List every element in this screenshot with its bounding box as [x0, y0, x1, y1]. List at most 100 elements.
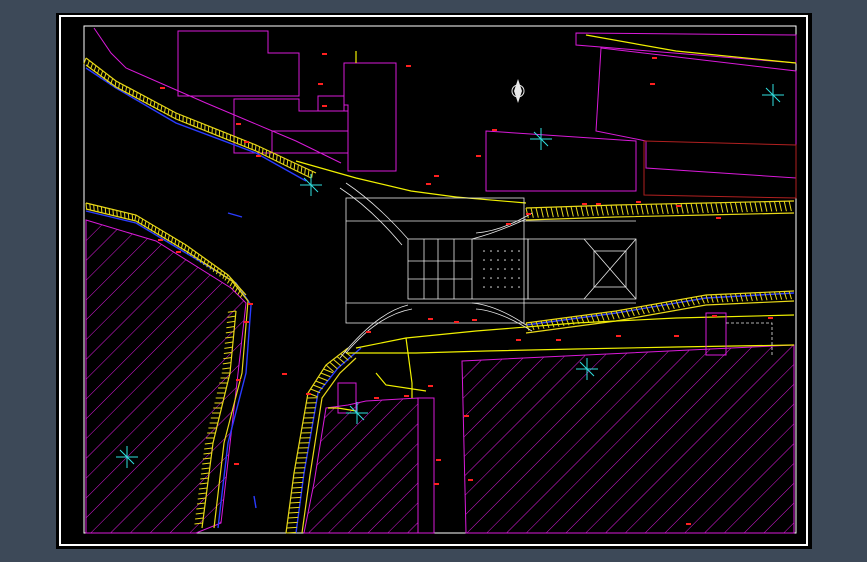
building-outline [271, 130, 349, 154]
curb-tick [293, 163, 296, 170]
plaza-dot [511, 268, 513, 270]
plaza-dot [511, 277, 513, 279]
elevation-mark [428, 318, 433, 320]
curb-tick [665, 301, 670, 310]
crosshair-icon [300, 174, 322, 196]
hatched-parcel-east [461, 344, 795, 534]
curb-tick [635, 204, 639, 215]
elevation-mark [160, 87, 165, 89]
curb-tick [615, 204, 619, 216]
building-outline [485, 130, 637, 192]
curb-tick [131, 214, 134, 221]
elevation-mark [436, 459, 441, 461]
road-marker [253, 495, 257, 509]
elevation-mark [176, 251, 181, 253]
curb-tick [297, 164, 299, 172]
plaza-dot [504, 250, 506, 252]
site-plan-drawing [59, 15, 808, 546]
plaza-dot [518, 277, 520, 279]
curb-tick [759, 292, 763, 301]
elevation-mark [516, 339, 521, 341]
curb-tick [580, 206, 584, 217]
elevation-mark [596, 203, 601, 205]
curb-tick [705, 294, 709, 304]
elevation-mark [158, 239, 163, 241]
plaza-curve [345, 182, 409, 240]
elevation-mark [244, 141, 249, 143]
plaza-dot [504, 286, 506, 288]
curb-tick [744, 293, 748, 302]
plaza-dot [490, 268, 492, 270]
curb-tick [739, 202, 743, 213]
curb-tick [93, 65, 97, 72]
curb-tick [272, 153, 275, 160]
curb-tick [734, 293, 739, 302]
road-edge [525, 292, 795, 326]
curb-tick [660, 302, 665, 311]
elevation-mark [768, 317, 773, 319]
elevation-mark [428, 385, 433, 387]
road-centerline [295, 160, 457, 198]
plaza-dot [497, 268, 499, 270]
building-outline [595, 47, 797, 179]
elevation-mark [404, 395, 409, 397]
hatched-parcel-south [303, 397, 419, 534]
curb-tick [112, 209, 114, 216]
plaza-dot [483, 250, 485, 252]
plaza-dot [497, 277, 499, 279]
curb-tick [783, 201, 787, 212]
road-marker [227, 212, 243, 218]
elevation-mark [676, 205, 681, 207]
curb-tick [778, 201, 783, 212]
curb-tick [318, 376, 328, 382]
curb-tick [575, 206, 579, 217]
elevation-mark [434, 175, 439, 177]
curb-tick [645, 204, 649, 215]
curb-tick [769, 201, 773, 212]
curb-tick [725, 293, 729, 303]
curb-tick [675, 300, 680, 309]
elevation-mark [650, 83, 655, 85]
plaza-curve [345, 308, 413, 354]
plaza-dot [497, 250, 499, 252]
elevation-mark [506, 223, 511, 225]
crosshair-icon [762, 84, 784, 106]
plaza-dot [483, 286, 485, 288]
curb-tick [720, 202, 724, 213]
curb-tick [93, 204, 95, 212]
curb-tick [288, 511, 299, 514]
plaza-dot [511, 286, 513, 288]
curb-line [85, 57, 317, 174]
curb-tick [333, 358, 342, 367]
curb-tick [310, 388, 321, 394]
crosshair-icon [530, 128, 552, 150]
curb-tick [665, 203, 669, 214]
curb-tick [645, 305, 650, 314]
elevation-mark [374, 397, 379, 399]
road-centerline [375, 372, 427, 392]
curb-tick [739, 293, 744, 302]
elevation-mark [434, 483, 439, 485]
curb-tick [764, 201, 768, 212]
curb-tick [285, 531, 297, 534]
plaza-dot [497, 259, 499, 261]
curb-tick [605, 205, 609, 216]
building-outline [317, 95, 345, 112]
curb-tick [764, 292, 768, 301]
curb-tick [788, 201, 792, 212]
plaza-dot [518, 286, 520, 288]
elevation-mark [406, 65, 411, 67]
plaza-dot [504, 259, 506, 261]
curb-tick [229, 280, 234, 287]
curb-tick [100, 206, 103, 214]
curb-tick [729, 202, 734, 213]
elevation-mark [582, 203, 587, 205]
curb-tick [90, 62, 94, 70]
plaza-pavilion [527, 238, 637, 300]
curb-northwest [85, 57, 317, 179]
curb-tick [655, 204, 659, 215]
curb-tick [329, 361, 338, 370]
curb-tick [292, 481, 303, 484]
plaza-dot [504, 277, 506, 279]
curb-tick [650, 304, 655, 313]
